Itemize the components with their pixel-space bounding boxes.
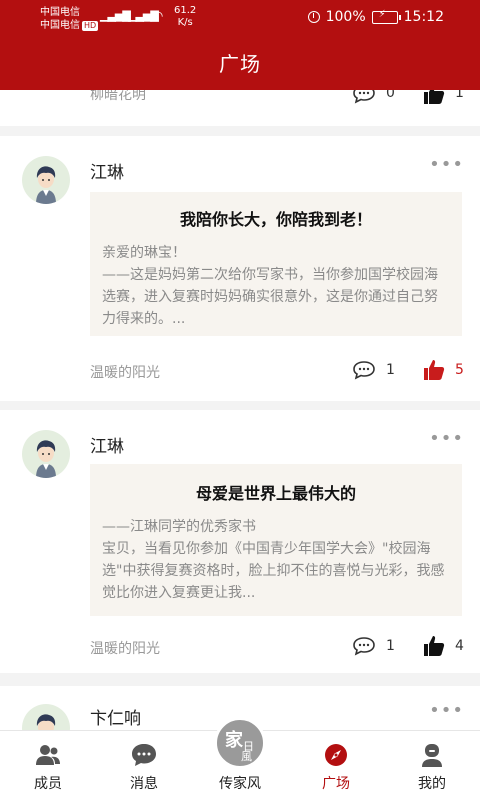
comment-count: 1 xyxy=(386,362,395,378)
avatar-icon xyxy=(36,166,56,204)
nav-label: 传家风 xyxy=(219,776,261,792)
battery-percent: 100% xyxy=(325,9,366,25)
profile-icon xyxy=(422,744,442,767)
letter-body: 亲爱的琳宝！ ——这是妈妈第二次给你写家书，当你参加国学校园海选赛，进入复赛时妈… xyxy=(102,242,450,330)
avatar[interactable] xyxy=(22,156,70,204)
battery-icon xyxy=(371,9,401,24)
comment-count: 0 xyxy=(386,90,395,101)
emblem-char: 風 xyxy=(241,750,252,763)
message-icon xyxy=(132,744,156,766)
nav-item-mine[interactable]: 我的 xyxy=(384,731,480,801)
comment-count: 1 xyxy=(386,638,395,654)
letter-author[interactable]: 温暖的阳光 xyxy=(90,638,160,658)
letter-preview[interactable]: 我陪你长大，你陪我到老！ 亲爱的琳宝！ ——这是妈妈第二次给你写家书，当你参加国… xyxy=(90,192,462,336)
net-speed-unit: K/s xyxy=(177,17,193,28)
like-count: 1 xyxy=(455,90,464,101)
like-count: 5 xyxy=(455,362,464,378)
like-count: 4 xyxy=(455,638,464,654)
comment-icon[interactable] xyxy=(352,636,376,656)
more-options-icon[interactable]: ••• xyxy=(429,700,464,721)
nav-item-messages[interactable]: 消息 xyxy=(96,731,192,801)
carrier-info: 中国电信 中国电信 HD xyxy=(40,6,99,32)
avatar[interactable] xyxy=(22,430,70,478)
letter-text: ——这是妈妈第二次给你写家书，当你参加国学校园海选赛，进入复赛时妈妈确实很意外，… xyxy=(102,267,438,327)
carrier-1: 中国电信 xyxy=(40,7,80,18)
post-card[interactable]: 江琳 ••• 母爱是世界上最伟大的 ——江琳同学的优秀家书 宝贝，当看见你参加《… xyxy=(0,410,480,673)
status-right: 100% 15:12 xyxy=(307,9,444,25)
page-title: 广场 xyxy=(219,52,261,76)
letter-title: 我陪你长大，你陪我到老！ xyxy=(179,210,372,229)
post-card[interactable]: 江琳 ••• 我陪你长大，你陪我到老！ 亲爱的琳宝！ ——这是妈妈第二次给你写家… xyxy=(0,136,480,401)
nav-label: 消息 xyxy=(130,776,158,792)
nav-label: 我的 xyxy=(418,776,446,792)
post-card-partial[interactable]: 柳暗花明 0 1 xyxy=(0,90,480,126)
nav-item-members[interactable]: 成员 xyxy=(0,731,96,801)
comment-icon[interactable] xyxy=(352,360,376,380)
letter-title: 母爱是世界上最伟大的 xyxy=(195,484,356,503)
post-user-name[interactable]: 江琳 xyxy=(90,432,124,457)
avatar-icon xyxy=(36,714,56,730)
alarm-icon xyxy=(307,11,320,23)
hd-badge: HD xyxy=(82,21,99,31)
nav-label: 广场 xyxy=(322,776,350,792)
post-user-name[interactable]: 江琳 xyxy=(90,158,124,183)
letter-preview[interactable]: 母爱是世界上最伟大的 ——江琳同学的优秀家书 宝贝，当看见你参加《中国青少年国学… xyxy=(90,464,462,616)
post-user-name[interactable]: 卞仁响 xyxy=(90,704,141,729)
post-author[interactable]: 柳暗花明 xyxy=(90,90,146,104)
net-speed: 61.2 K/s xyxy=(174,5,196,29)
comment-icon[interactable] xyxy=(352,90,376,104)
avatar[interactable] xyxy=(22,704,70,730)
nav-item-square[interactable]: 广场 xyxy=(288,731,384,801)
letter-body: ——江琳同学的优秀家书 宝贝，当看见你参加《中国青少年国学大会》"校园海选"中获… xyxy=(102,516,450,604)
app-header: 广场 xyxy=(0,36,480,90)
wifi-icon: ◠ xyxy=(152,9,163,24)
carrier-2: 中国电信 xyxy=(40,20,80,31)
net-speed-value: 61.2 xyxy=(174,5,197,16)
more-options-icon[interactable]: ••• xyxy=(429,154,464,175)
post-feed[interactable]: 柳暗花明 0 1 江琳 ••• 我陪你长大，你陪我到老！ 亲爱的琳宝！ ——这是… xyxy=(0,90,480,730)
status-bar: 中国电信 中国电信HD ▁▃▅▇ ▁▃▅▇ ◠ 61.2 K/s 100% 15… xyxy=(0,0,480,36)
compass-icon xyxy=(325,744,347,766)
letter-greeting: 亲爱的琳宝！ xyxy=(102,245,186,261)
letter-text: 宝贝，当看见你参加《中国青少年国学大会》"校园海选"中获得复赛资格时，脸上抑不住… xyxy=(102,541,445,601)
nav-item-family-tradition[interactable]: 家 日 風 传家风 xyxy=(192,717,288,801)
signal-icon: ▁▃▅▇ xyxy=(100,9,131,22)
thumbs-up-icon[interactable] xyxy=(422,358,446,382)
letter-author[interactable]: 温暖的阳光 xyxy=(90,362,160,382)
more-options-icon[interactable]: ••• xyxy=(429,428,464,449)
bottom-nav: 成员 消息 家 日 風 传家风 广场 我的 xyxy=(0,717,480,801)
members-icon xyxy=(36,745,60,765)
letter-subtitle: ——江琳同学的优秀家书 xyxy=(102,519,256,535)
avatar-icon xyxy=(36,440,56,478)
family-emblem-icon: 家 日 風 xyxy=(214,717,266,769)
nav-label: 成员 xyxy=(34,776,62,792)
thumbs-up-icon[interactable] xyxy=(422,90,446,106)
thumbs-up-icon[interactable] xyxy=(422,634,446,658)
clock: 15:12 xyxy=(403,9,444,25)
